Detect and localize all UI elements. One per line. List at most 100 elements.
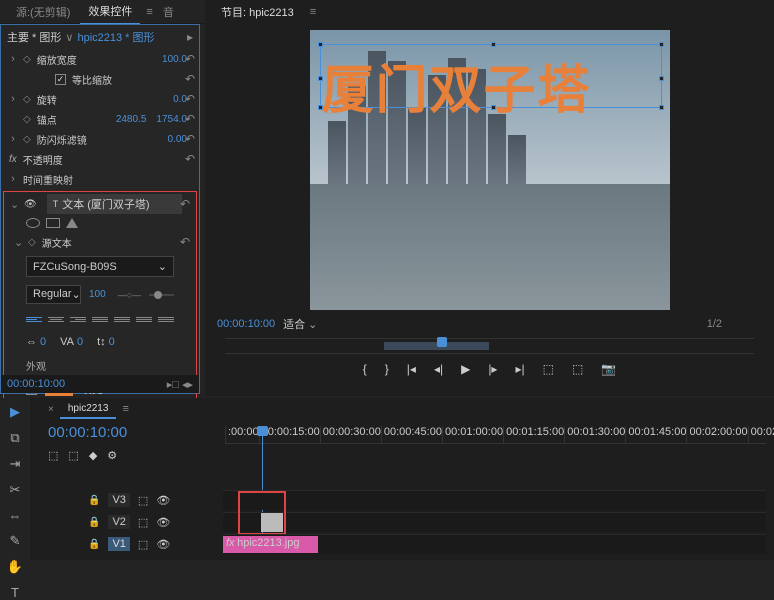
- pen-mask-icon[interactable]: [66, 218, 78, 228]
- track-select-tool[interactable]: ⧉: [10, 430, 19, 446]
- program-timecode[interactable]: 00:00:10:00: [217, 318, 275, 330]
- extract-button[interactable]: ⬚: [572, 362, 583, 376]
- lift-button[interactable]: ⬚: [543, 362, 554, 376]
- reset-icon[interactable]: ↶: [185, 132, 195, 146]
- marker-icon[interactable]: ◆: [89, 449, 97, 462]
- tab-source[interactable]: 源:(无剪辑): [8, 0, 78, 24]
- uniform-scale-checkbox[interactable]: [55, 74, 66, 85]
- track-target-v2[interactable]: V2: [108, 515, 129, 529]
- align-justify-last-left[interactable]: [114, 312, 130, 326]
- linked-selection-icon[interactable]: ⬚: [68, 449, 78, 462]
- align-left-button[interactable]: [26, 312, 42, 326]
- mark-in-button[interactable]: {: [363, 362, 367, 376]
- track-v2[interactable]: [223, 512, 766, 532]
- razor-tool[interactable]: ✂: [10, 482, 21, 498]
- pen-tool[interactable]: ✎: [10, 533, 21, 549]
- prop-antiflicker[interactable]: 防闪烁滤镜: [37, 132, 162, 147]
- lock-icon[interactable]: 🔒: [88, 539, 100, 550]
- zoom-fit-select[interactable]: 适合 ⌄: [283, 316, 317, 332]
- kerning-control[interactable]: VA0: [60, 336, 83, 348]
- export-frame-button[interactable]: 📷: [601, 362, 616, 376]
- font-size-value[interactable]: 100: [89, 289, 106, 300]
- prop-scale-width[interactable]: 缩放宽度: [37, 52, 156, 67]
- val-scale-width[interactable]: 100.0: [162, 54, 187, 65]
- lock-icon[interactable]: 🔒: [88, 517, 100, 528]
- hand-tool[interactable]: ✋: [7, 559, 23, 575]
- reset-icon[interactable]: ↶: [180, 197, 190, 211]
- sequence-tab[interactable]: hpic2213: [60, 400, 117, 419]
- prop-rotation[interactable]: 旋转: [37, 92, 167, 107]
- selection-tool[interactable]: ▶: [10, 404, 20, 420]
- playhead-icon[interactable]: [437, 337, 447, 347]
- tab-menu-icon[interactable]: ≡: [310, 6, 316, 18]
- val-anchor-y[interactable]: 1754.0: [156, 114, 187, 125]
- toggle-output-icon[interactable]: ⬚: [138, 516, 148, 529]
- graphic-clip[interactable]: [261, 513, 283, 532]
- tab-audio[interactable]: 音: [155, 0, 182, 24]
- prop-anchor[interactable]: 锚点: [37, 112, 110, 127]
- font-family-select[interactable]: FZCuSong-B09S⌄: [26, 256, 174, 277]
- type-tool[interactable]: T: [11, 585, 19, 600]
- bc-master[interactable]: 主要 * 图形: [7, 29, 61, 45]
- ellipse-mask-icon[interactable]: [26, 218, 40, 228]
- track-v3[interactable]: [223, 490, 766, 510]
- eye-icon[interactable]: 👁: [156, 516, 170, 529]
- toggle-output-icon[interactable]: ⬚: [138, 494, 148, 507]
- align-justify-last-right[interactable]: [158, 312, 174, 326]
- tab-effect-controls[interactable]: 效果控件: [80, 0, 140, 25]
- tab-menu-icon[interactable]: ≡: [122, 403, 128, 415]
- rect-mask-icon[interactable]: [46, 218, 60, 228]
- close-tab-icon[interactable]: ×: [48, 404, 54, 415]
- twirl-icon[interactable]: ⌄: [10, 198, 18, 211]
- play-button[interactable]: ▶: [461, 362, 470, 376]
- track-target-v3[interactable]: V3: [108, 493, 129, 507]
- reset-icon[interactable]: ↶: [185, 152, 195, 166]
- lock-icon[interactable]: 🔒: [88, 495, 100, 506]
- val-anchor-x[interactable]: 2480.5: [116, 114, 147, 125]
- font-size-slider[interactable]: [149, 294, 174, 296]
- settings-icon[interactable]: ⚙: [107, 449, 117, 462]
- align-justify-last-center[interactable]: [136, 312, 152, 326]
- twirl-icon[interactable]: ⌄: [14, 236, 22, 249]
- track-v1[interactable]: fx hpic2213.jpg: [223, 534, 766, 554]
- program-monitor[interactable]: 厦门双子塔: [310, 30, 670, 310]
- go-to-in-button[interactable]: |◂: [407, 362, 416, 376]
- text-layer-item[interactable]: T文本 (厦门双子塔): [47, 194, 182, 214]
- reset-icon[interactable]: ↶: [185, 92, 195, 106]
- step-back-button[interactable]: ◂|: [434, 362, 443, 376]
- mark-out-button[interactable]: }: [385, 362, 389, 376]
- reset-icon[interactable]: ↶: [180, 235, 190, 249]
- leading-control[interactable]: t↕0: [97, 336, 115, 348]
- track-target-v1[interactable]: V1: [108, 537, 129, 551]
- tab-menu-icon[interactable]: ≡: [146, 6, 152, 18]
- program-tab[interactable]: 节目: hpic2213: [213, 0, 302, 24]
- font-weight-select[interactable]: Regular⌄: [26, 285, 81, 304]
- go-to-out-button[interactable]: ▸|: [515, 362, 524, 376]
- eye-icon[interactable]: 👁: [156, 538, 170, 551]
- program-scrub-bar[interactable]: [225, 338, 754, 354]
- align-center-button[interactable]: [48, 312, 64, 326]
- overlay-title-text[interactable]: 厦门双子塔: [322, 48, 662, 123]
- timeline-timecode[interactable]: 00:00:10:00: [48, 424, 127, 441]
- step-forward-button[interactable]: |▸: [488, 362, 497, 376]
- eye-icon[interactable]: 👁: [156, 494, 170, 507]
- prop-source-text[interactable]: 源文本: [42, 235, 186, 250]
- align-justify-button[interactable]: [92, 312, 108, 326]
- video-clip[interactable]: fx hpic2213.jpg: [223, 536, 318, 553]
- reset-icon[interactable]: ↶: [185, 72, 195, 86]
- bc-clip[interactable]: hpic2213 * 图形: [77, 29, 154, 45]
- snap-icon[interactable]: ⬚: [48, 449, 58, 462]
- tracking-control[interactable]: ⇔0: [26, 336, 46, 348]
- footer-timecode[interactable]: 00:00:10:00: [7, 378, 65, 390]
- prop-opacity[interactable]: 不透明度: [23, 152, 191, 167]
- toggle-output-icon[interactable]: ⬚: [138, 538, 148, 551]
- zoom-bar[interactable]: ▸□ ◂▸: [167, 378, 193, 391]
- reset-icon[interactable]: ↶: [185, 52, 195, 66]
- slip-tool[interactable]: ⇔: [9, 508, 22, 523]
- prop-timeremap[interactable]: 时间重映射: [23, 172, 191, 187]
- align-right-button[interactable]: [70, 312, 86, 326]
- panel-menu-icon[interactable]: ▸: [187, 30, 193, 44]
- reset-icon[interactable]: ↶: [185, 112, 195, 126]
- ripple-edit-tool[interactable]: ⇥: [10, 456, 21, 472]
- eye-icon[interactable]: 👁: [24, 199, 37, 210]
